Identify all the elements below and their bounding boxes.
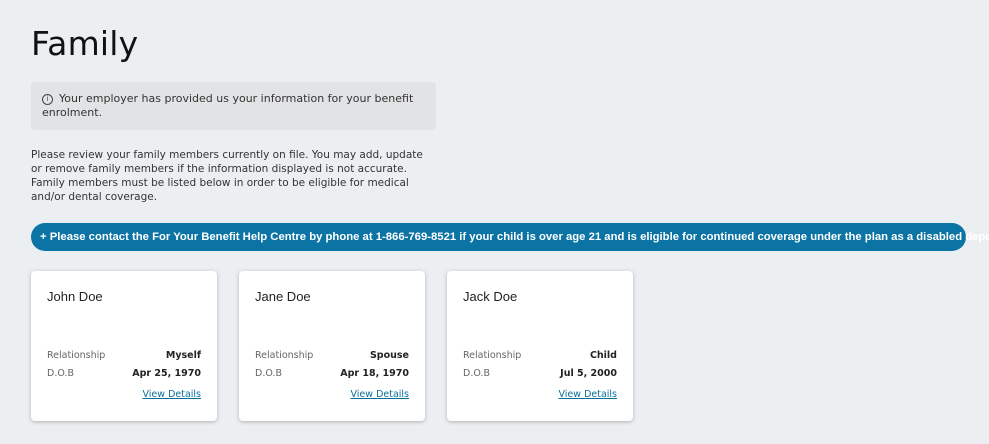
dob-label: D.O.B [463, 368, 490, 379]
relationship-label: Relationship [463, 350, 522, 361]
family-member-card: Jane Doe Relationship Spouse D.O.B Apr 1… [239, 271, 425, 421]
relationship-label: Relationship [255, 350, 314, 361]
view-details-link[interactable]: View Details [559, 389, 618, 400]
view-details-link[interactable]: View Details [143, 389, 202, 400]
relationship-value: Myself [165, 350, 201, 361]
member-name: Jane Doe [255, 289, 311, 304]
family-member-card: Jack Doe Relationship Child D.O.B Jul 5,… [447, 271, 633, 421]
dob-label: D.O.B [47, 368, 74, 379]
relationship-value: Child [589, 350, 617, 361]
member-name: Jack Doe [463, 289, 518, 304]
relationship-row: Relationship Myself [47, 349, 201, 363]
page-title: Family [31, 24, 139, 63]
dob-row: D.O.B Apr 18, 1970 [255, 367, 409, 381]
info-notice: i Your employer has provided us your info… [31, 82, 436, 130]
dob-label: D.O.B [255, 368, 282, 379]
dob-value: Jul 5, 2000 [560, 368, 617, 379]
info-notice-text: Your employer has provided us your infor… [42, 92, 414, 119]
dob-row: D.O.B Jul 5, 2000 [463, 367, 617, 381]
info-icon: i [42, 94, 53, 105]
relationship-label: Relationship [47, 350, 106, 361]
dob-value: Apr 25, 1970 [132, 368, 201, 379]
dob-value: Apr 18, 1970 [340, 368, 409, 379]
review-instructions: Please review your family members curren… [31, 149, 423, 203]
dob-row: D.O.B Apr 25, 1970 [47, 367, 201, 381]
relationship-row: Relationship Spouse [255, 349, 409, 363]
family-member-card: John Doe Relationship Myself D.O.B Apr 2… [31, 271, 217, 421]
relationship-value: Spouse [369, 350, 409, 361]
relationship-row: Relationship Child [463, 349, 617, 363]
help-centre-banner: + Please contact the For Your Benefit He… [31, 223, 989, 251]
view-details-link[interactable]: View Details [351, 389, 410, 400]
member-name: John Doe [47, 289, 103, 304]
